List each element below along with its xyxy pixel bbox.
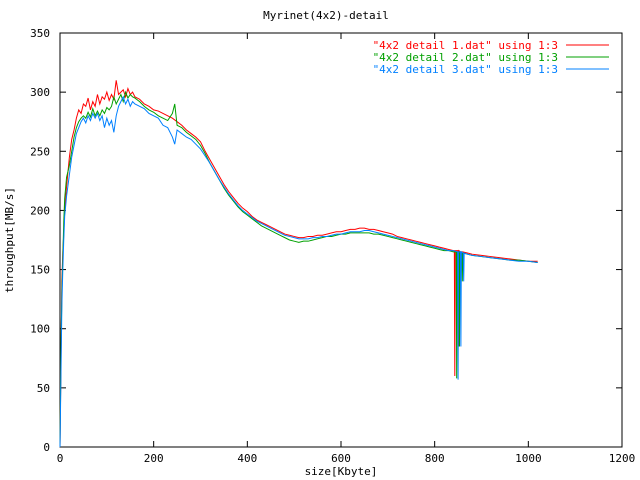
y-tick-label: 200 [30,204,50,217]
x-tick-label: 600 [331,452,351,465]
y-tick-label: 350 [30,27,50,40]
x-tick-label: 1000 [515,452,542,465]
y-tick-label: 300 [30,86,50,99]
y-tick-label: 100 [30,323,50,336]
y-axis-label: throughput[MB/s] [3,187,16,293]
x-axis-label: size[Kbyte] [305,465,378,478]
y-tick-label: 50 [37,382,50,395]
y-tick-label: 0 [43,441,50,454]
chart: Myrinet(4x2)-detail 0 50 100 150 200 250 300 35… [0,0,640,480]
y-tick-label: 150 [30,264,50,277]
chart-title: Myrinet(4x2)-detail [263,9,389,22]
x-tick-label: 200 [144,452,164,465]
x-tick-label: 800 [425,452,445,465]
x-tick-label: 400 [237,452,257,465]
y-tick-label: 250 [30,145,50,158]
x-tick-label: 1200 [609,452,636,465]
x-tick-label: 0 [57,452,64,465]
legend-label-3: "4x2 detail 3.dat" using 1:3 [373,63,558,76]
